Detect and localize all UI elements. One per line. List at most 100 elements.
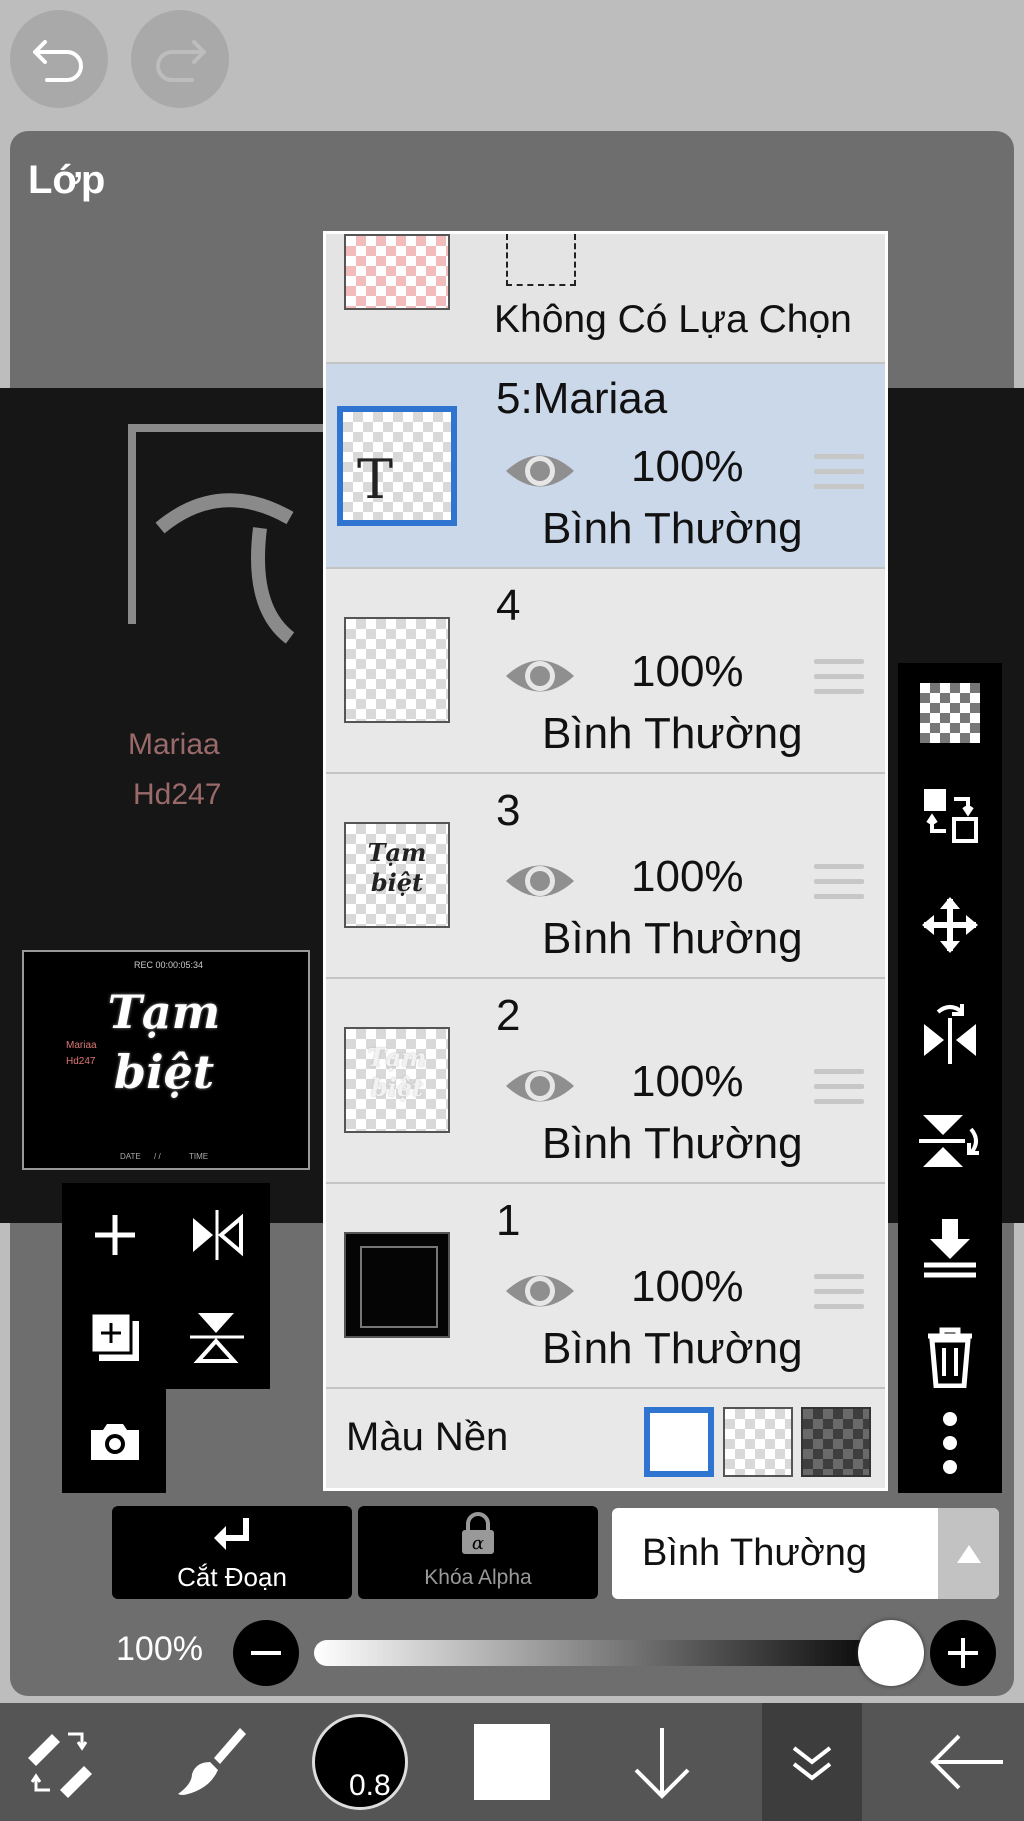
- eye-icon[interactable]: [504, 651, 576, 701]
- camera-button[interactable]: [80, 1407, 150, 1477]
- text-layer-icon: T: [357, 448, 394, 511]
- opacity-increase-button[interactable]: [930, 1620, 996, 1686]
- layer-opacity: 100%: [631, 1057, 744, 1106]
- layer-thumbnail-text: Tạm biệt: [367, 838, 427, 897]
- clipping-button[interactable]: Cắt Đoạn: [112, 1506, 352, 1599]
- swap-layers-icon: [924, 789, 978, 843]
- eye-icon[interactable]: [504, 856, 576, 906]
- layer-thumbnail-2: Tạm biệt: [344, 1027, 450, 1133]
- drag-handle-icon[interactable]: [814, 1274, 864, 1319]
- layer-thumbnail-3: Tạm biệt: [344, 822, 450, 928]
- drag-handle-icon[interactable]: [814, 454, 864, 499]
- brush-size-button[interactable]: 0.8: [310, 1703, 410, 1821]
- more-options-button[interactable]: [898, 1393, 1002, 1493]
- selection-thumbnail: [344, 234, 450, 310]
- alpha-lock-label: Khóa Alpha: [424, 1566, 532, 1589]
- background-label: Màu Nền: [346, 1415, 509, 1459]
- selection-label: Không Có Lựa Chọn: [494, 298, 852, 341]
- layer-row-4[interactable]: 4 100% Bình Thường: [326, 569, 885, 774]
- alpha-lock-button[interactable]: α Khóa Alpha: [358, 1506, 598, 1599]
- swap-button[interactable]: [898, 765, 1002, 865]
- bg-transparent-swatch[interactable]: [723, 1407, 793, 1477]
- clipping-icon: [214, 1518, 249, 1550]
- tool-switch-button[interactable]: [0, 1703, 120, 1821]
- opacity-slider-track[interactable]: [314, 1640, 894, 1666]
- svg-text:α: α: [472, 1533, 484, 1554]
- flip-horizontal-button[interactable]: [182, 1200, 252, 1270]
- preview-name: Mariaa: [66, 1040, 97, 1051]
- eye-icon[interactable]: [504, 1061, 576, 1111]
- add-layer-button[interactable]: [80, 1200, 150, 1270]
- drag-handle-icon[interactable]: [814, 864, 864, 909]
- plus-icon: [948, 1638, 978, 1668]
- flip-horizontal-icon: [924, 1004, 976, 1064]
- layer-opacity: 100%: [631, 1262, 744, 1311]
- delete-layer-button[interactable]: [898, 1307, 1002, 1407]
- layer-blend-mode: Bình Thường: [542, 709, 803, 758]
- layer-name: 3: [496, 786, 521, 835]
- eye-icon[interactable]: [504, 1266, 576, 1316]
- canvas-frame-top: [128, 424, 328, 432]
- flip-vertical-icon: [919, 1115, 979, 1167]
- flip-horizontal-icon: [193, 1210, 243, 1260]
- camera-icon: [91, 1424, 139, 1460]
- opacity-label: 100%: [116, 1630, 203, 1668]
- flip-h-button[interactable]: [898, 983, 1002, 1083]
- background-color-row: Màu Nền: [326, 1389, 885, 1488]
- redo-button[interactable]: [131, 10, 229, 108]
- layer-row-3[interactable]: Tạm biệt 3 100% Bình Thường: [326, 774, 885, 979]
- merge-down-icon: [924, 1219, 976, 1278]
- opacity-decrease-button[interactable]: [233, 1620, 299, 1686]
- merge-down-button[interactable]: [898, 1199, 1002, 1299]
- undo-button[interactable]: [10, 10, 108, 108]
- lock-icon: α: [462, 1512, 494, 1554]
- preview-date-slashes: / /: [154, 1152, 161, 1161]
- flip-vertical-button[interactable]: [182, 1302, 252, 1372]
- bottom-toolbar: 0.8: [0, 1703, 1024, 1821]
- layer-blend-mode: Bình Thường: [542, 504, 803, 553]
- layer-row-2[interactable]: Tạm biệt 2 100% Bình Thường: [326, 979, 885, 1184]
- blend-dropdown-toggle[interactable]: [938, 1508, 999, 1599]
- canvas-preview[interactable]: REC 00:00:05:34 Tạm biệt Mariaa Hd247 DA…: [22, 950, 310, 1170]
- arrow-down-icon: [634, 1728, 690, 1799]
- move-button[interactable]: [898, 875, 1002, 975]
- brush-size-indicator: 0.8: [312, 1714, 408, 1810]
- layer-row-1[interactable]: 1 100% Bình Thường: [326, 1184, 885, 1389]
- layer-blend-mode: Bình Thường: [542, 1324, 803, 1373]
- opacity-slider-thumb[interactable]: [858, 1620, 924, 1686]
- layer-thumbnail-1: [344, 1232, 450, 1338]
- trash-icon: [928, 1327, 972, 1388]
- brush-tool-button[interactable]: [150, 1703, 270, 1821]
- move-icon: [922, 897, 978, 953]
- blend-mode-select[interactable]: Bình Thường: [612, 1508, 999, 1599]
- copy-layer-icon: [89, 1311, 139, 1361]
- back-button[interactable]: [910, 1703, 1024, 1821]
- bg-dark-swatch[interactable]: [801, 1407, 871, 1477]
- layers-toggle-button[interactable]: [762, 1703, 862, 1821]
- layer-name: 2: [496, 991, 521, 1040]
- more-vertical-icon: [943, 1412, 957, 1474]
- layer-tool-column: [898, 663, 1002, 1493]
- transparency-button[interactable]: [898, 663, 1002, 763]
- copy-layer-button[interactable]: [80, 1302, 150, 1372]
- brush-icon: [178, 1728, 246, 1795]
- drag-handle-icon[interactable]: [814, 659, 864, 704]
- layer-list: Không Có Lựa Chọn T 5:Mariaa 100% Bình T…: [323, 231, 888, 1491]
- layer-thumbnail-4: [344, 617, 450, 723]
- drag-handle-icon[interactable]: [814, 1069, 864, 1114]
- triangle-up-icon: [956, 1544, 981, 1563]
- current-color-swatch: [474, 1724, 550, 1800]
- checkerboard-icon: [920, 683, 980, 743]
- plus-icon: [95, 1215, 135, 1255]
- flip-vertical-icon: [190, 1313, 244, 1363]
- flip-v-button[interactable]: [898, 1091, 1002, 1191]
- color-button[interactable]: [462, 1703, 562, 1821]
- selection-row[interactable]: Không Có Lựa Chọn: [326, 234, 885, 364]
- layer-opacity: 100%: [631, 647, 744, 696]
- eye-icon[interactable]: [504, 446, 576, 496]
- layer-row-5[interactable]: T 5:Mariaa 100% Bình Thường: [326, 364, 885, 569]
- brush-eraser-swap-icon: [28, 1732, 92, 1798]
- bg-white-swatch[interactable]: [644, 1407, 714, 1477]
- move-layer-down-button[interactable]: [612, 1703, 712, 1821]
- redo-icon: [156, 40, 206, 82]
